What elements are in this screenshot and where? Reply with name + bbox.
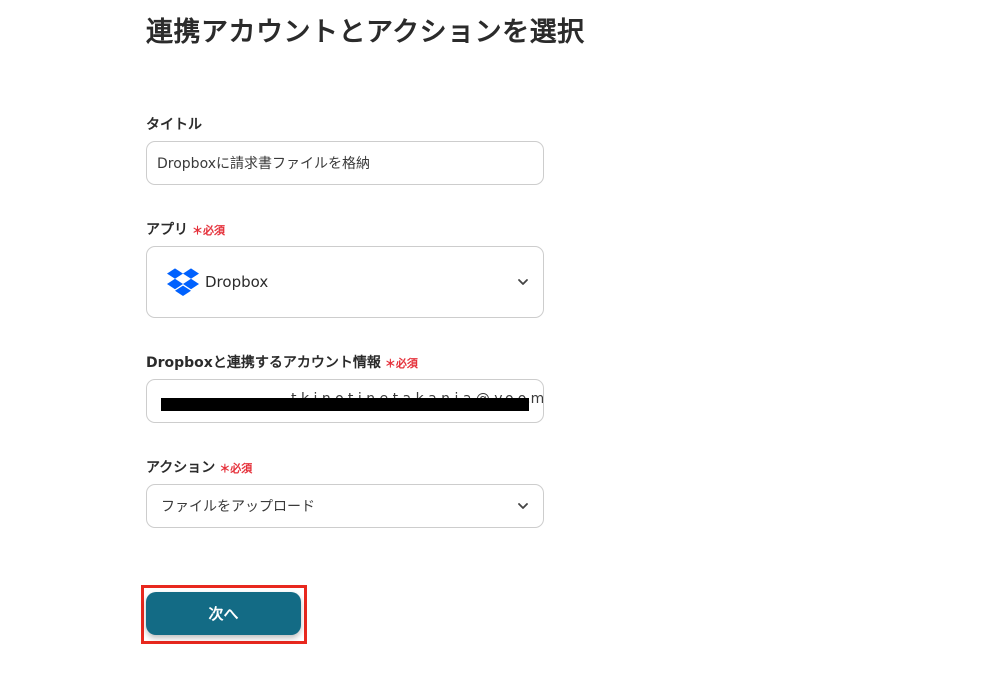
app-required-badge: ＊必須: [192, 224, 225, 237]
action-label-text: アクション: [146, 460, 216, 476]
action-select-value: ファイルをアップロード: [161, 499, 315, 515]
app-select[interactable]: Dropbox: [146, 246, 544, 318]
title-input-value: Dropboxに請求書ファイルを格納: [157, 156, 370, 172]
title-input[interactable]: Dropboxに請求書ファイルを格納: [146, 141, 544, 185]
account-required-badge: ＊必須: [384, 357, 418, 370]
app-field-label: アプリ ＊必須: [146, 219, 225, 239]
app-label-text: アプリ: [146, 222, 188, 238]
account-select[interactable]: t.k.i.n.o.t.i.n.e.t.a.k.a.n.i.a.@.y.o.o.…: [146, 379, 544, 423]
chevron-down-icon: [518, 279, 528, 285]
title-field-label: タイトル: [146, 114, 202, 134]
page: 連携アカウントとアクションを選択 タイトル Dropboxに請求書ファイルを格納…: [0, 0, 1002, 686]
action-field-label: アクション ＊必須: [146, 457, 252, 477]
next-button[interactable]: 次へ: [146, 592, 301, 635]
app-select-value: Dropbox: [205, 273, 269, 291]
account-label-text: Dropboxと連携するアカウント情報: [146, 355, 381, 371]
action-required-badge: ＊必須: [219, 462, 253, 475]
chevron-down-icon: [518, 503, 528, 509]
title-label-text: タイトル: [146, 117, 202, 133]
page-title: 連携アカウントとアクションを選択: [146, 17, 585, 48]
dropbox-logo-icon: [167, 268, 199, 296]
action-select[interactable]: ファイルをアップロード: [146, 484, 544, 528]
account-field-label: Dropboxと連携するアカウント情報 ＊必須: [146, 352, 418, 372]
redaction-bar: [161, 398, 529, 411]
